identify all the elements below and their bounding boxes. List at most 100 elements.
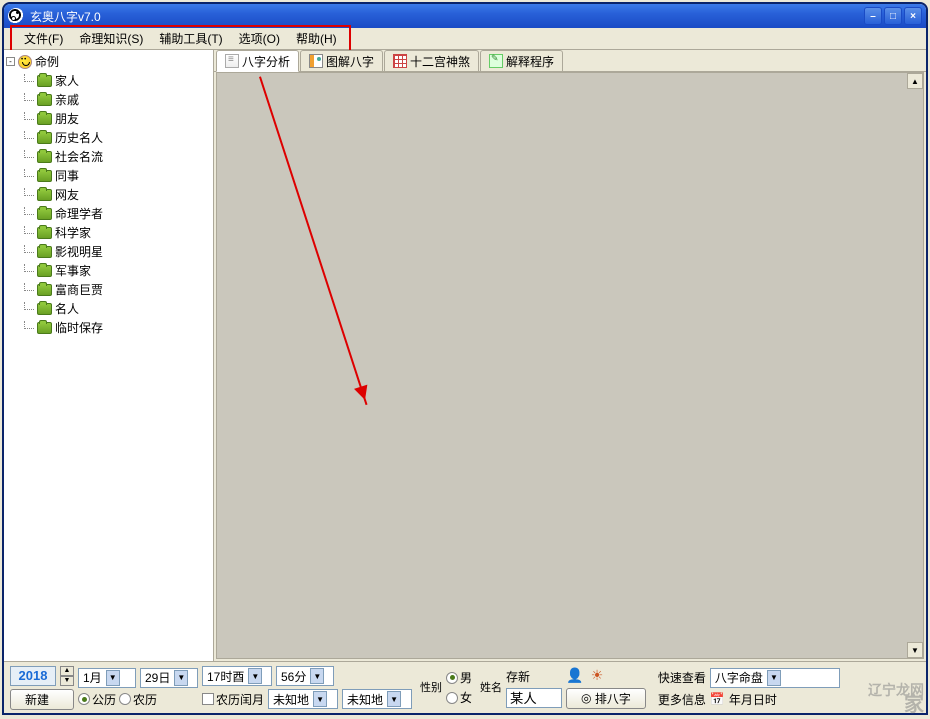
- sex-male-radio[interactable]: 男: [446, 669, 472, 686]
- sun-icon[interactable]: ☀: [588, 667, 606, 685]
- menu-file[interactable]: 文件(F): [16, 28, 71, 49]
- chevron-down-icon: ▼: [387, 691, 401, 707]
- tab-label: 八字分析: [242, 53, 290, 70]
- tree-item-label: 亲戚: [55, 91, 79, 108]
- tab-explain[interactable]: 解释程序: [480, 50, 563, 71]
- minimize-button[interactable]: –: [864, 7, 882, 25]
- tree-line: [24, 169, 34, 177]
- year-up-button[interactable]: ▲: [60, 666, 74, 676]
- menu-options[interactable]: 选项(O): [231, 28, 288, 49]
- tree-item[interactable]: 朋友: [24, 109, 211, 128]
- tree-line: [24, 321, 34, 329]
- hour-combo[interactable]: 17时酉▼: [202, 666, 272, 686]
- tree-item[interactable]: 同事: [24, 166, 211, 185]
- folder-icon: [37, 246, 52, 258]
- tree-line: [24, 131, 34, 139]
- menu-help[interactable]: 帮助(H): [288, 28, 345, 49]
- year-down-button[interactable]: ▼: [60, 676, 74, 686]
- calendar-lunar-radio[interactable]: 农历: [119, 691, 157, 708]
- maximize-button[interactable]: □: [884, 7, 902, 25]
- folder-icon: [37, 170, 52, 182]
- tree-item[interactable]: 网友: [24, 185, 211, 204]
- tree-item[interactable]: 亲戚: [24, 90, 211, 109]
- folder-icon: [37, 303, 52, 315]
- calendar-leap-checkbox[interactable]: 农历闰月: [202, 691, 264, 708]
- quick-view-combo[interactable]: 八字命盘▼: [710, 668, 840, 688]
- menubar: 文件(F) 命理知识(S) 辅助工具(T) 选项(O) 帮助(H): [4, 28, 926, 50]
- menubar-highlight: 文件(F) 命理知识(S) 辅助工具(T) 选项(O) 帮助(H): [10, 25, 351, 52]
- loc1-combo[interactable]: 未知地▼: [268, 689, 338, 709]
- name-input[interactable]: [506, 688, 562, 708]
- tree-item[interactable]: 社会名流: [24, 147, 211, 166]
- tree-item-label: 家人: [55, 72, 79, 89]
- tree-line: [24, 112, 34, 120]
- tree-line: [24, 302, 34, 310]
- person-icon[interactable]: 👤: [566, 667, 584, 685]
- folder-icon: [37, 132, 52, 144]
- sex-label: 性别: [420, 682, 442, 694]
- compass-icon: ◎: [581, 691, 591, 705]
- menu-knowledge[interactable]: 命理知识(S): [71, 28, 151, 49]
- tree-line: [24, 93, 34, 101]
- tree-item-label: 军事家: [55, 262, 91, 279]
- folder-icon: [37, 208, 52, 220]
- name-label: 姓名: [480, 682, 502, 694]
- tree-item[interactable]: 科学家: [24, 223, 211, 242]
- year-input[interactable]: [10, 666, 56, 686]
- minute-combo[interactable]: 56分▼: [276, 666, 334, 686]
- tab-twelve-palace[interactable]: 十二宫神煞: [384, 50, 479, 71]
- tree-item[interactable]: 影视明星: [24, 242, 211, 261]
- close-button[interactable]: ×: [904, 7, 922, 25]
- chart-icon: [309, 54, 323, 68]
- tree-item[interactable]: 命理学者: [24, 204, 211, 223]
- tree-line: [24, 283, 34, 291]
- tab-graphic-bazi[interactable]: 图解八字: [300, 50, 383, 71]
- tree-line: [24, 150, 34, 158]
- save-new-label: 存新: [506, 668, 562, 685]
- tab-bazi-analysis[interactable]: 八字分析: [216, 50, 299, 72]
- tree-item[interactable]: 临时保存: [24, 318, 211, 337]
- tree-root-label: 命例: [35, 53, 59, 70]
- folder-icon: [37, 189, 52, 201]
- tree-item[interactable]: 军事家: [24, 261, 211, 280]
- calendar-icon[interactable]: 📅: [710, 692, 725, 706]
- tree-item-label: 临时保存: [55, 319, 103, 336]
- chevron-down-icon: ▼: [248, 668, 262, 684]
- content-area: ▲ ▼: [216, 72, 924, 659]
- folder-icon: [37, 227, 52, 239]
- scroll-up-button[interactable]: ▲: [907, 73, 923, 89]
- date-hint: 年月日时: [729, 691, 777, 708]
- smiley-icon: [18, 55, 32, 69]
- tree-line: [24, 207, 34, 215]
- day-combo[interactable]: 29日▼: [140, 668, 198, 688]
- more-info-label: 更多信息: [658, 691, 706, 708]
- tree-item[interactable]: 富商巨贾: [24, 280, 211, 299]
- tab-label: 图解八字: [326, 53, 374, 70]
- folder-icon: [37, 265, 52, 277]
- tree-item-label: 朋友: [55, 110, 79, 127]
- quick-view-label: 快速查看: [658, 669, 706, 686]
- tree-item-label: 命理学者: [55, 205, 103, 222]
- app-icon: [8, 8, 24, 24]
- new-button[interactable]: 新建: [10, 689, 74, 710]
- status-bar: ▲ ▼ 新建 1月▼ 29日▼ 公历 农历 17时酉▼ 56分▼ 农历闰月: [4, 661, 926, 713]
- tree-collapse-icon[interactable]: -: [6, 57, 15, 66]
- sidebar-tree[interactable]: - 命例 家人 亲戚 朋友 历史名人 社会名流 同事 网友 命理学者 科学家 影…: [4, 50, 214, 661]
- tree-item[interactable]: 历史名人: [24, 128, 211, 147]
- calendar-solar-radio[interactable]: 公历: [78, 691, 116, 708]
- scroll-down-button[interactable]: ▼: [907, 642, 923, 658]
- paipan-button[interactable]: ◎ 排八字: [566, 688, 646, 709]
- loc2-combo[interactable]: 未知地▼: [342, 689, 412, 709]
- tree-root[interactable]: - 命例: [6, 52, 211, 71]
- month-combo[interactable]: 1月▼: [78, 668, 136, 688]
- watermark: 辽宁龙网 家: [868, 683, 924, 713]
- folder-icon: [37, 113, 52, 125]
- folder-icon: [37, 151, 52, 163]
- tree-item-label: 同事: [55, 167, 79, 184]
- chevron-down-icon: ▼: [313, 691, 327, 707]
- tree-item[interactable]: 家人: [24, 71, 211, 90]
- sex-female-radio[interactable]: 女: [446, 689, 472, 706]
- menu-tools[interactable]: 辅助工具(T): [151, 28, 230, 49]
- tree-item[interactable]: 名人: [24, 299, 211, 318]
- window-title: 玄奥八字v7.0: [30, 8, 864, 25]
